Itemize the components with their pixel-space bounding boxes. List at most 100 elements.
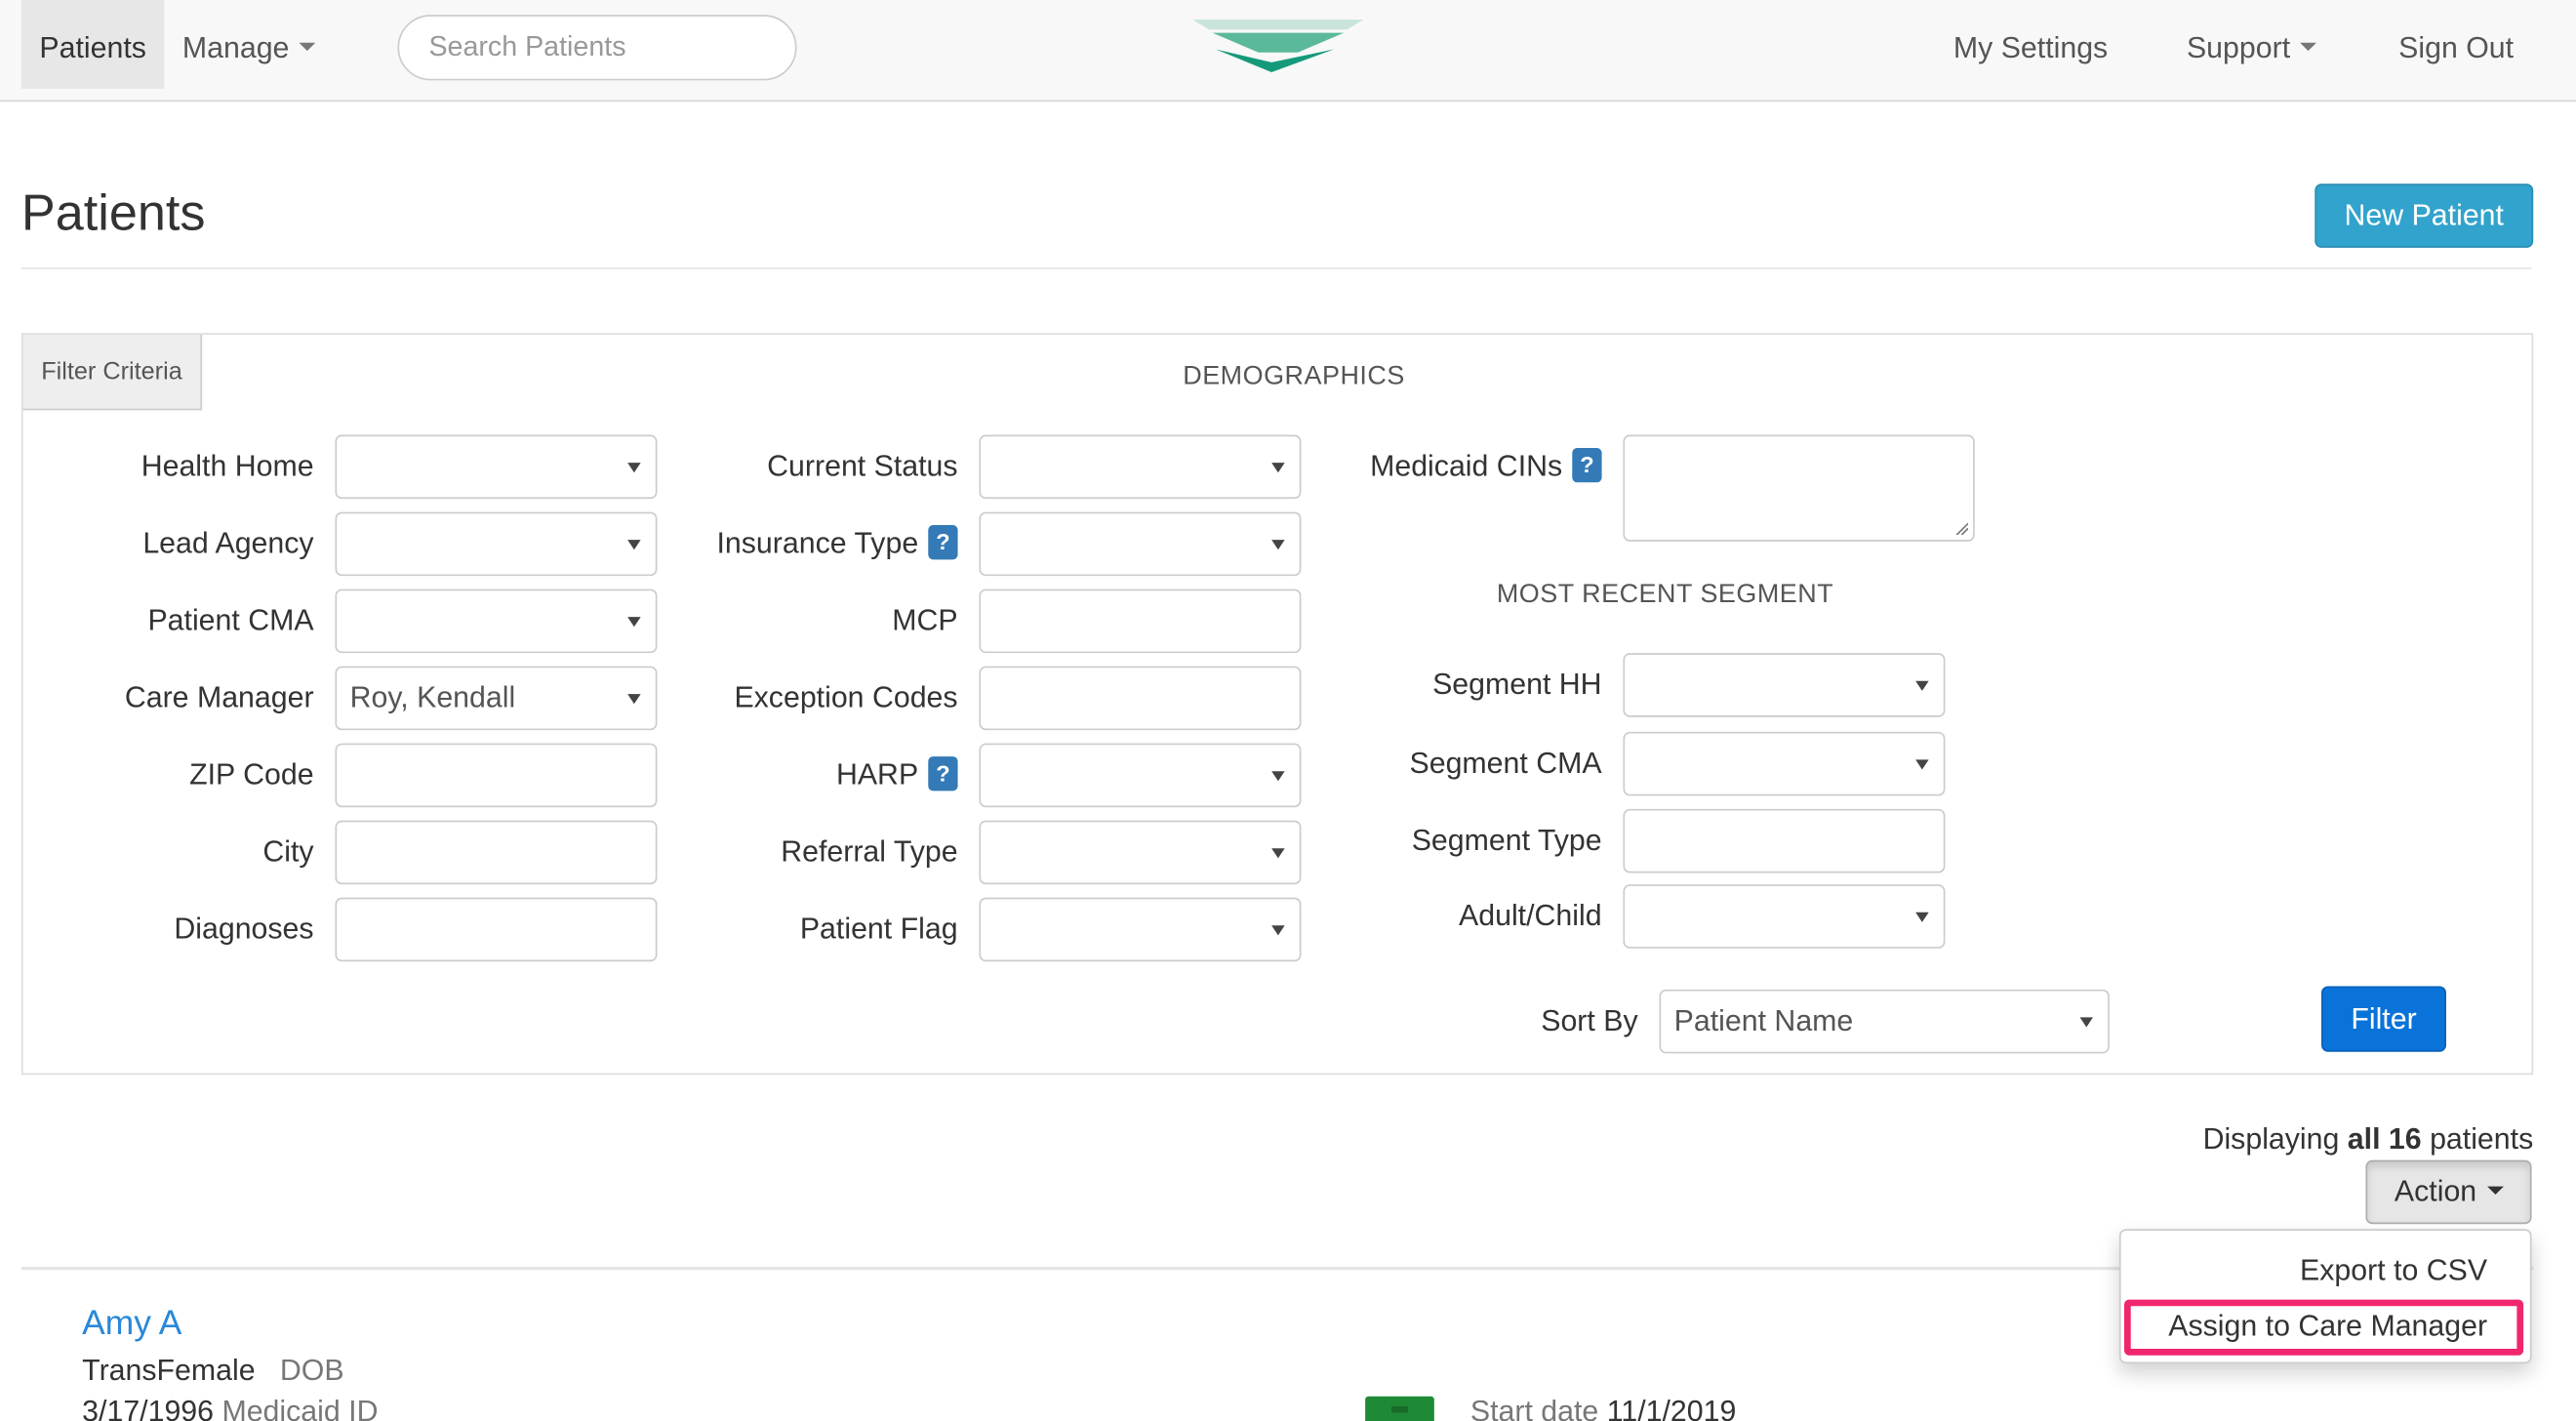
care-manager-label: Care Manager xyxy=(124,680,314,714)
harp-label: HARP xyxy=(835,757,919,792)
select-arrow-icon xyxy=(2079,1017,2093,1028)
results-count-total: all 16 xyxy=(2347,1122,2422,1156)
patient-name-link[interactable]: Amy A xyxy=(82,1305,181,1344)
medicaid-cins-label-group: Medicaid CINs? xyxy=(1314,435,1602,500)
nav-my-settings[interactable]: My Settings xyxy=(1953,0,2108,89)
patient-flag-label: Patient Flag xyxy=(799,912,958,946)
help-icon[interactable]: ? xyxy=(928,525,958,560)
status-indicator-icon xyxy=(1365,1396,1434,1421)
care-manager-value: Roy, Kendall xyxy=(349,680,516,714)
diagnoses-input[interactable] xyxy=(335,897,658,962)
patient-cma-select[interactable] xyxy=(335,589,658,654)
results-count-suffix: patients xyxy=(2421,1122,2534,1156)
patients-page: Patients Manage Search Patients My Setti… xyxy=(0,0,2576,1421)
assign-care-manager-highlight xyxy=(2123,1299,2524,1356)
select-arrow-icon xyxy=(627,463,641,473)
most-recent-segment-heading: MOST RECENT SEGMENT xyxy=(1496,581,1834,609)
select-arrow-icon xyxy=(1915,759,1929,770)
sort-by-label: Sort By xyxy=(1541,1003,1638,1037)
patient-dob-medicaid-row: 3/17/1996 Medicaid ID xyxy=(82,1395,378,1421)
zip-code-label: ZIP Code xyxy=(189,757,314,792)
app-logo-icon xyxy=(1192,20,1364,72)
medicaid-cins-label: Medicaid CINs xyxy=(1370,449,1563,483)
patient-gender-dob-row: TransFemale DOB xyxy=(82,1354,343,1388)
insurance-type-select[interactable] xyxy=(979,511,1302,577)
results-count-prefix: Displaying xyxy=(2202,1122,2348,1156)
select-arrow-icon xyxy=(1271,771,1285,782)
filter-button[interactable]: Filter xyxy=(2321,986,2446,1052)
top-navbar: Patients Manage Search Patients My Setti… xyxy=(0,0,2576,102)
segment-hh-label: Segment HH xyxy=(1432,668,1602,701)
segment-cma-label: Segment CMA xyxy=(1409,746,1602,780)
action-dropdown-button[interactable]: Action xyxy=(2365,1159,2532,1225)
harp-label-group: HARP? xyxy=(690,744,958,808)
sort-by-select[interactable]: Patient Name xyxy=(1659,989,2110,1054)
help-icon[interactable]: ? xyxy=(928,756,958,792)
segment-type-label: Segment Type xyxy=(1411,824,1602,857)
nav-support-label: Support xyxy=(2186,30,2291,64)
header-divider xyxy=(20,267,2532,269)
zip-code-input[interactable] xyxy=(335,743,658,808)
health-home-label: Health Home xyxy=(141,449,314,483)
nav-patients[interactable]: Patients xyxy=(20,0,165,89)
city-label: City xyxy=(262,834,314,869)
select-arrow-icon xyxy=(627,540,641,550)
select-arrow-icon xyxy=(1271,463,1285,473)
caret-down-icon xyxy=(2486,1186,2504,1196)
nav-sign-out[interactable]: Sign Out xyxy=(2398,0,2514,89)
medicaid-id-label: Medicaid ID xyxy=(221,1395,379,1421)
care-manager-select[interactable]: Roy, Kendall xyxy=(335,666,658,731)
insurance-type-label: Insurance Type xyxy=(716,526,919,560)
select-arrow-icon xyxy=(1271,540,1285,550)
menu-item-export-csv[interactable]: Export to CSV xyxy=(2300,1254,2487,1288)
referral-type-label: Referral Type xyxy=(781,834,958,869)
adult-child-select[interactable] xyxy=(1623,884,1946,949)
caret-down-icon xyxy=(299,43,316,52)
mcp-input[interactable] xyxy=(979,589,1302,654)
action-button-label: Action xyxy=(2394,1174,2477,1208)
caret-down-icon xyxy=(2300,43,2317,52)
select-arrow-icon xyxy=(1915,912,1929,922)
current-status-select[interactable] xyxy=(979,434,1302,500)
diagnoses-label: Diagnoses xyxy=(174,912,314,946)
segment-type-input[interactable] xyxy=(1623,808,1946,873)
start-date-label: Start date xyxy=(1469,1395,1599,1421)
select-arrow-icon xyxy=(1271,925,1285,936)
health-home-select[interactable] xyxy=(335,434,658,500)
harp-select[interactable] xyxy=(979,743,1302,808)
patient-cma-label: Patient CMA xyxy=(147,603,314,637)
city-input[interactable] xyxy=(335,820,658,885)
select-arrow-icon xyxy=(627,694,641,705)
nav-manage-label: Manage xyxy=(181,30,290,64)
sort-by-value: Patient Name xyxy=(1673,1003,1854,1037)
segment-cma-select[interactable] xyxy=(1623,731,1946,796)
lead-agency-select[interactable] xyxy=(335,511,658,577)
filter-criteria-tab[interactable]: Filter Criteria xyxy=(22,334,203,411)
page-title: Patients xyxy=(20,183,206,242)
nav-manage-dropdown[interactable]: Manage xyxy=(181,0,316,89)
start-date-value: 11/1/2019 xyxy=(1606,1395,1737,1421)
patient-start-date-row: Start date 11/1/2019 xyxy=(1470,1395,1736,1421)
search-patients-input[interactable]: Search Patients xyxy=(397,15,797,81)
referral-type-select[interactable] xyxy=(979,820,1302,885)
resize-grip-icon[interactable] xyxy=(1955,522,1969,536)
new-patient-button[interactable]: New Patient xyxy=(2314,183,2534,248)
medicaid-cins-textarea[interactable] xyxy=(1623,434,1975,542)
select-arrow-icon xyxy=(1915,680,1929,691)
patient-dob: 3/17/1996 xyxy=(82,1395,215,1421)
select-arrow-icon xyxy=(627,617,641,628)
help-icon[interactable]: ? xyxy=(1572,448,1602,483)
select-arrow-icon xyxy=(1271,848,1285,859)
lead-agency-label: Lead Agency xyxy=(142,526,314,560)
insurance-type-label-group: Insurance Type? xyxy=(657,512,958,577)
adult-child-label: Adult/Child xyxy=(1459,899,1602,932)
demographics-heading: DEMOGRAPHICS xyxy=(1183,362,1405,391)
exception-codes-input[interactable] xyxy=(979,666,1302,731)
nav-support-dropdown[interactable]: Support xyxy=(2186,0,2317,89)
results-count: Displaying all 16 patients xyxy=(2203,1122,2534,1157)
mcp-label: MCP xyxy=(892,603,958,637)
patient-flag-select[interactable] xyxy=(979,897,1302,962)
dob-label: DOB xyxy=(279,1354,344,1387)
current-status-label: Current Status xyxy=(767,449,958,483)
segment-hh-select[interactable] xyxy=(1623,653,1946,717)
